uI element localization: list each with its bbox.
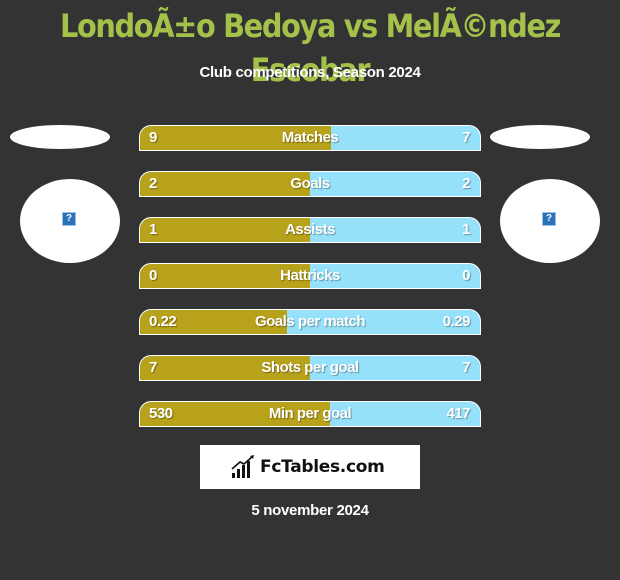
right-value: 7 xyxy=(462,129,470,146)
stat-label: Matches xyxy=(281,129,339,146)
stat-label: Hattricks xyxy=(280,267,340,284)
stat-label: Goals xyxy=(290,175,330,192)
right-value: 0.29 xyxy=(442,313,471,330)
stat-label: Shots per goal xyxy=(261,359,359,376)
stat-row-min-per-goal: 530 Min per goal 417 xyxy=(139,401,481,427)
fctables-logo-link[interactable]: FcTables.com xyxy=(200,445,420,489)
stat-row-goals-per-match: 0.22 Goals per match 0.29 xyxy=(139,309,481,335)
right-value: 2 xyxy=(462,175,470,192)
right-value: 1 xyxy=(462,221,470,238)
right-value: 417 xyxy=(446,405,470,422)
stat-label: Goals per match xyxy=(254,313,366,330)
stat-label: Assists xyxy=(285,221,335,238)
report-date: 5 november 2024 xyxy=(251,502,369,519)
left-player-name-pill xyxy=(10,125,110,149)
right-value: 7 xyxy=(462,359,470,376)
bar-chart-icon xyxy=(231,455,254,478)
stat-row-assists: 1 Assists 1 xyxy=(139,217,481,243)
competition-subtitle: Club competitions, Season 2024 xyxy=(199,64,421,81)
right-player-name-pill xyxy=(490,125,590,149)
right-team-logo: ? xyxy=(500,179,600,263)
stat-row-goals: 2 Goals 2 xyxy=(139,171,481,197)
brand-name: FcTables.com xyxy=(260,457,385,477)
stat-row-matches: 9 Matches 7 xyxy=(139,125,481,151)
stat-row-hattricks: 0 Hattricks 0 xyxy=(139,263,481,289)
missing-image-icon: ? xyxy=(542,212,556,226)
stat-label: Min per goal xyxy=(268,405,352,422)
right-value: 0 xyxy=(462,267,470,284)
stat-row-shots-per-goal: 7 Shots per goal 7 xyxy=(139,355,481,381)
missing-image-icon: ? xyxy=(62,212,76,226)
left-team-logo: ? xyxy=(20,179,120,263)
